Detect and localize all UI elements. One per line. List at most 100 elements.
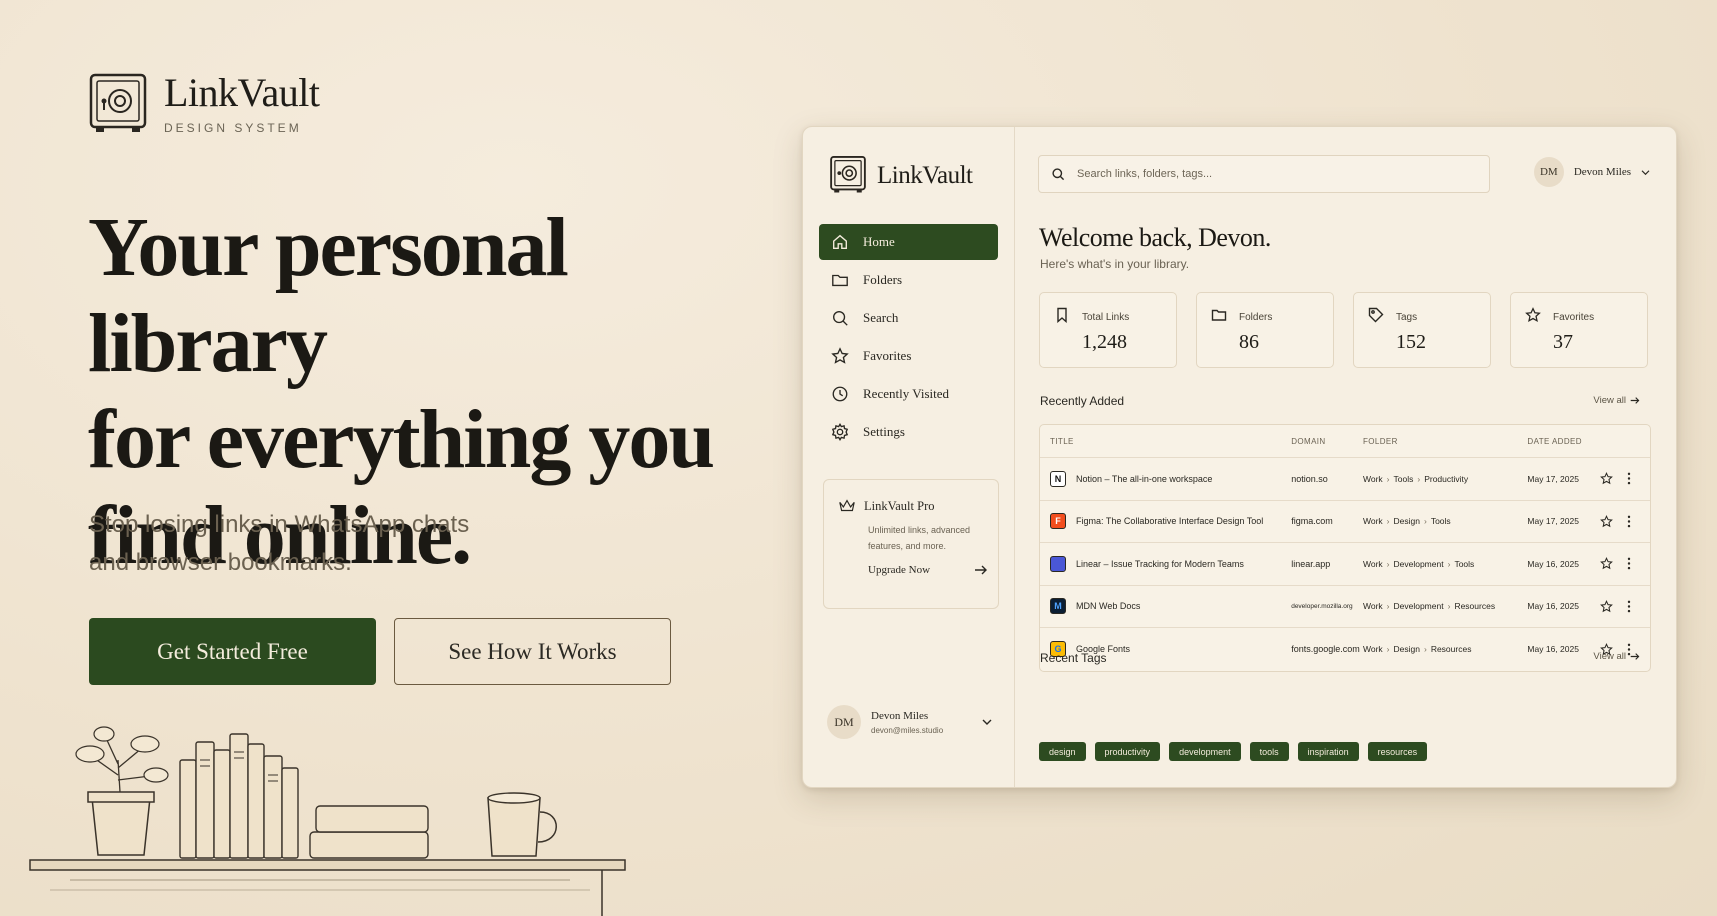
tag-chip[interactable]: inspiration (1297, 742, 1359, 761)
cell-folder-path: Work › Development › Tools (1363, 559, 1527, 569)
folder-crumb: Design (1393, 516, 1420, 527)
hero-subtitle-line: and browser bookmarks. (89, 549, 352, 576)
row-actions (1600, 472, 1650, 485)
view-all-links[interactable]: View all (1593, 395, 1640, 406)
tag-list: design productivity development tools inspir… (1039, 742, 1428, 761)
folder-crumb: Development (1393, 601, 1444, 612)
column-header-domain[interactable]: DOMAIN (1291, 437, 1363, 446)
app-logo[interactable]: LinkVault (829, 155, 973, 195)
sidebar-item-recently-visited[interactable]: Recently Visited (819, 376, 998, 412)
breadcrumb-separator: › (1386, 473, 1390, 484)
star-icon[interactable] (1600, 472, 1614, 485)
more-vertical-icon[interactable] (1627, 515, 1631, 528)
sidebar-item-favorites[interactable]: Favorites (819, 338, 998, 374)
cell-folder-path: Work › Tools › Productivity (1363, 474, 1527, 484)
breadcrumb-separator: › (1386, 644, 1390, 655)
domain-text: linear.app (1291, 558, 1331, 569)
breadcrumb-separator: › (1386, 516, 1390, 527)
sidebar-item-home[interactable]: Home (819, 224, 998, 260)
safe-icon (830, 155, 866, 193)
folder-crumb: Design (1393, 644, 1420, 655)
view-all-tags[interactable]: View all (1593, 651, 1640, 662)
cell-date: May 17, 2025 (1527, 516, 1579, 527)
hero-title-line: for everything you (88, 393, 715, 486)
star-icon[interactable] (1600, 557, 1614, 570)
top-user-menu[interactable]: DM Devon Miles (1533, 157, 1650, 187)
recent-tags-title: Recent Tags (1040, 651, 1107, 665)
stat-value: 152 (1396, 331, 1426, 353)
column-header-date[interactable]: DATE ADDED (1527, 437, 1600, 446)
site-favicon-icon: N (1050, 470, 1066, 487)
star-icon[interactable] (1600, 514, 1614, 528)
folder-crumb: Work (1362, 516, 1383, 527)
folder-crumb: Work (1362, 473, 1383, 484)
stat-card-tags[interactable]: Tags 152 (1353, 292, 1491, 368)
table-row[interactable]: F Figma: The Collaborative Interface Des… (1040, 501, 1650, 543)
search-placeholder: Search links, folders, tags... (1077, 168, 1213, 180)
more-vertical-icon[interactable] (1627, 600, 1631, 613)
chevron-down-icon[interactable] (982, 718, 992, 726)
tag-chip[interactable]: productivity (1094, 742, 1161, 761)
breadcrumb-separator: › (1447, 558, 1451, 569)
folder-crumb: Work (1362, 601, 1383, 612)
link-title: MDN Web Docs (1076, 601, 1141, 612)
clock-icon (832, 386, 848, 402)
tag-chip[interactable]: resources (1367, 742, 1428, 761)
cell-title[interactable]: F Figma: The Collaborative Interface Des… (1040, 513, 1291, 530)
folder-crumb: Tools (1454, 558, 1475, 569)
bookmark-icon (1057, 307, 1067, 323)
tag-chip[interactable]: tools (1249, 742, 1289, 761)
hero-title-line: Your personal library (88, 201, 569, 390)
folder-crumb: Resources (1454, 601, 1496, 612)
cell-title[interactable]: N Notion – The all-in-one workspace (1040, 470, 1291, 487)
stat-card-favorites[interactable]: Favorites 37 (1510, 292, 1648, 368)
tag-chip[interactable]: development (1169, 742, 1241, 761)
more-vertical-icon[interactable] (1627, 472, 1631, 485)
row-actions (1600, 514, 1650, 528)
sidebar-item-search[interactable]: Search (819, 300, 998, 336)
folder-crumb: Development (1393, 558, 1444, 569)
view-all-label: View all (1593, 651, 1626, 662)
upgrade-now-label: Upgrade Now (868, 564, 931, 576)
stat-value: 86 (1239, 331, 1259, 353)
column-header-folder[interactable]: FOLDER (1363, 437, 1527, 446)
pro-title: LinkVault Pro (838, 498, 984, 514)
sidebar-nav: Home Folders Search Favorites Recently V… (819, 224, 998, 452)
sidebar-user[interactable]: DM Devon Miles devon@miles.studio (827, 705, 992, 739)
sidebar-item-settings[interactable]: Settings (819, 414, 998, 450)
breadcrumb-separator: › (1386, 601, 1390, 612)
table-row[interactable]: Linear – Issue Tracking for Modern Teams… (1040, 543, 1650, 586)
bookshelf-illustration (29, 726, 626, 916)
more-vertical-icon[interactable] (1627, 557, 1631, 570)
table-row[interactable]: N Notion – The all-in-one workspace noti… (1040, 458, 1650, 501)
tag-chip[interactable]: design (1039, 742, 1086, 761)
pro-card: LinkVault Pro Unlimited links, advanced … (823, 479, 999, 609)
folder-crumb: Productivity (1424, 473, 1469, 484)
see-how-it-works-button[interactable]: See How It Works (394, 618, 671, 685)
cell-title[interactable]: M MDN Web Docs (1040, 598, 1291, 615)
star-icon[interactable] (1600, 599, 1614, 613)
recently-added-title: Recently Added (1040, 394, 1125, 408)
domain-text: figma.com (1291, 516, 1333, 527)
domain-text: fonts.google.com (1291, 644, 1360, 655)
arrow-right-icon (1630, 397, 1640, 404)
brand-name: LinkVault (164, 70, 320, 115)
sidebar-item-folders[interactable]: Folders (819, 262, 998, 298)
link-title: Linear – Issue Tracking for Modern Teams (1076, 558, 1244, 569)
table-row[interactable]: M MDN Web Docs developer.mozilla.org Wor… (1040, 586, 1650, 628)
chevron-down-icon (1641, 169, 1650, 175)
table-row[interactable]: G Google Fonts fonts.google.com Work › Des… (1040, 628, 1650, 671)
cell-domain: linear.app (1291, 559, 1363, 569)
search-input[interactable]: Search links, folders, tags... (1038, 155, 1490, 193)
user-name: Devon Miles (871, 709, 929, 722)
folder-icon (1211, 309, 1227, 321)
row-actions (1600, 599, 1650, 613)
get-started-button[interactable]: Get Started Free (89, 618, 376, 685)
cell-folder-path: Work › Design › Resources (1363, 644, 1527, 654)
column-header-title[interactable]: TITLE (1040, 437, 1291, 446)
stat-card-total-links[interactable]: Total Links 1,248 (1039, 292, 1177, 368)
stat-card-folders[interactable]: Folders 86 (1196, 292, 1334, 368)
row-actions (1600, 557, 1650, 570)
upgrade-now-link[interactable]: Upgrade Now (868, 564, 988, 576)
cell-title[interactable]: Linear – Issue Tracking for Modern Teams (1040, 555, 1291, 572)
